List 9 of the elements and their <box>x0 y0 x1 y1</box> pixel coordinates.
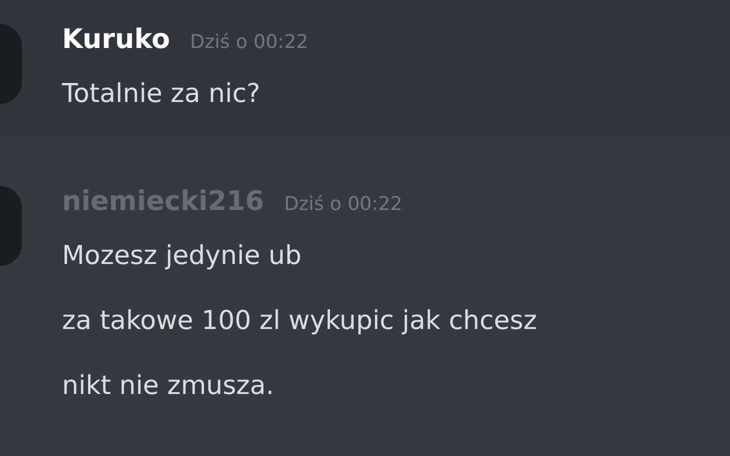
message-text: za takowe 100 zl wykupic jak chcesz <box>62 305 537 338</box>
avatar[interactable] <box>0 186 22 266</box>
message-text: Mozesz jedynie ub <box>62 240 302 273</box>
avatar[interactable] <box>0 24 22 104</box>
timestamp: Dziś o 00:22 <box>190 31 308 53</box>
message-text: Totalnie za nic? <box>62 78 262 111</box>
username[interactable]: Kuruko <box>62 24 170 55</box>
timestamp: Dziś o 00:22 <box>284 193 402 215</box>
message-text: nikt nie zmusza. <box>62 370 276 403</box>
